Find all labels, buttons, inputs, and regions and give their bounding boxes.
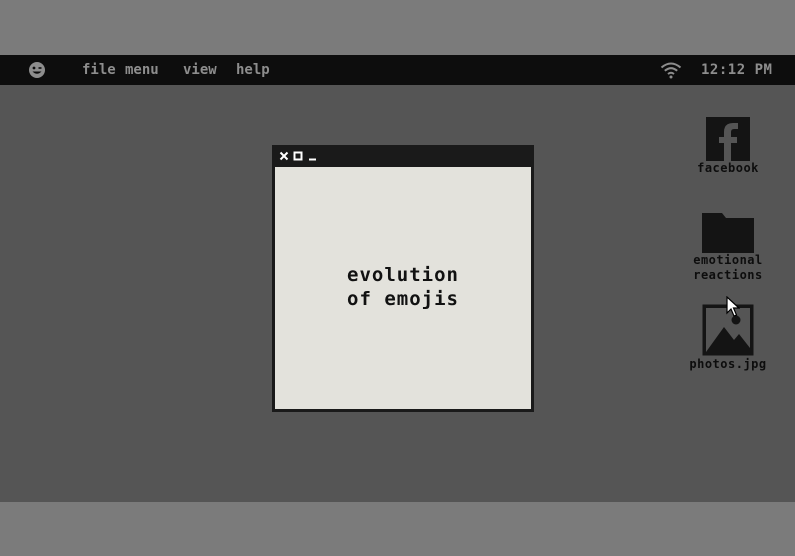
clock: 12:12 PM xyxy=(701,62,773,78)
window-title-text: evolution of emojis xyxy=(275,263,531,311)
wifi-icon[interactable] xyxy=(660,61,682,79)
window-text-line: of emojis xyxy=(347,288,459,310)
minimize-icon[interactable] xyxy=(308,151,318,161)
desktop-icon-label: photos.jpg xyxy=(689,357,767,371)
facebook-icon xyxy=(706,117,750,161)
desktop-icon-facebook[interactable]: facebook xyxy=(678,117,778,176)
mouse-cursor-icon xyxy=(726,296,740,317)
menu-bar: file menu view help 12:12 PM xyxy=(0,55,795,85)
menu-item-view[interactable]: view xyxy=(183,62,217,78)
desktop: file menu view help 12:12 PM evolution o… xyxy=(0,55,795,502)
desktop-icon-label-line: reactions xyxy=(693,268,763,282)
app-window: evolution of emojis xyxy=(272,145,534,412)
desktop-icon-emotional-reactions[interactable]: emotional reactions xyxy=(678,211,778,283)
menu-item-menu[interactable]: menu xyxy=(125,62,159,78)
window-title-bar[interactable] xyxy=(272,145,534,166)
menu-item-file[interactable]: file xyxy=(82,62,116,78)
close-icon[interactable] xyxy=(279,151,289,161)
maximize-icon[interactable] xyxy=(293,151,303,161)
smiley-face-icon[interactable] xyxy=(28,61,46,79)
folder-icon xyxy=(702,213,754,253)
menu-item-help[interactable]: help xyxy=(236,62,270,78)
desktop-icon-label: facebook xyxy=(697,161,759,175)
window-content: evolution of emojis xyxy=(275,167,531,409)
desktop-icon-label-line: emotional xyxy=(693,253,763,267)
window-text-line: evolution xyxy=(347,264,459,286)
